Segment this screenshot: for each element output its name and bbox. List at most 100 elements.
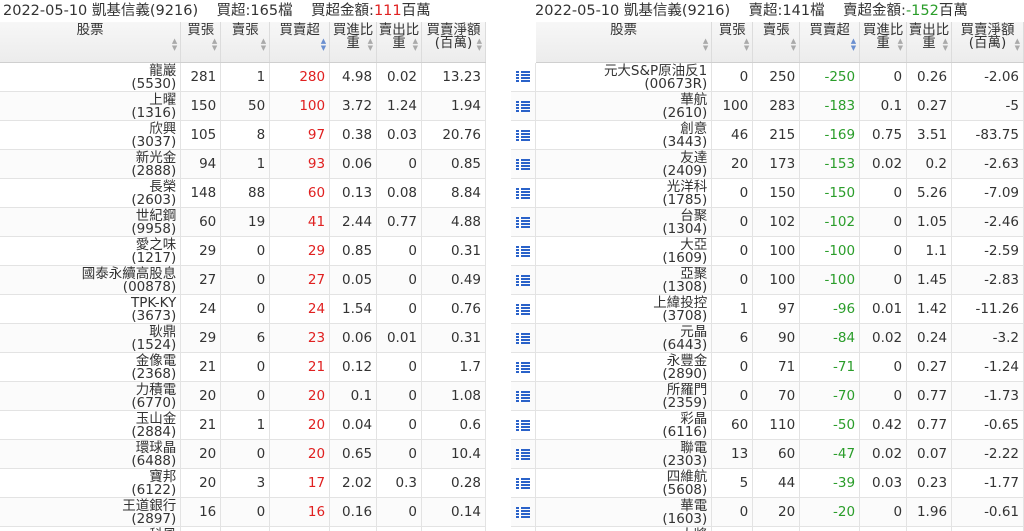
col-net[interactable]: 買賣超 ▲ ▼: [799, 22, 861, 63]
stock-name-cell[interactable]: 玉山金 (2884): [0, 410, 182, 440]
col-net-amount[interactable]: 買賣淨額(百萬) ▲ ▼: [951, 22, 1024, 63]
table-row[interactable]: 力積電 (6770) 20 0 20 0.1 0 1.08: [0, 381, 486, 411]
table-row[interactable]: 華航 (2610) 100 283 -183 0.1 0.27 -5: [511, 91, 1024, 121]
stock-name-cell[interactable]: 台聚 (1304): [535, 207, 713, 237]
table-row[interactable]: 彩晶 (6116) 60 110 -50 0.42 0.77 -0.65: [511, 410, 1024, 440]
stock-name-cell[interactable]: 聯電 (2303): [535, 439, 713, 469]
row-icon-cell[interactable]: [511, 497, 537, 527]
stock-name-cell[interactable]: 寶邦 (6122): [0, 468, 182, 498]
stock-name-cell[interactable]: 科風: [0, 526, 182, 531]
list-icon[interactable]: [516, 303, 531, 315]
stock-name-cell[interactable]: 長榮 (2603): [0, 178, 182, 208]
list-icon[interactable]: [516, 71, 531, 83]
col-buy-ratio[interactable]: 買進比重 ▲ ▼: [859, 22, 908, 63]
table-row[interactable]: 新光金 (2888) 94 1 93 0.06 0 0.85: [0, 149, 486, 179]
row-icon-cell[interactable]: [511, 149, 537, 179]
table-row[interactable]: 上緯投控 (3708) 1 97 -96 0.01 1.42 -11.26: [511, 294, 1024, 324]
stock-name-cell[interactable]: 上曜 (1316): [0, 91, 182, 121]
row-icon-cell[interactable]: [511, 410, 537, 440]
col-net-amount[interactable]: 買賣淨額(百萬) ▲ ▼: [421, 22, 486, 63]
col-buy-ratio[interactable]: 買進比重 ▲ ▼: [329, 22, 378, 63]
table-row[interactable]: 元大S&P原油反1 (00673R) 0 250 -250 0 0.26 -2.06: [511, 62, 1024, 92]
row-icon-cell[interactable]: [511, 294, 537, 324]
row-icon-cell[interactable]: [511, 91, 537, 121]
list-icon[interactable]: [516, 100, 531, 112]
list-icon[interactable]: [516, 506, 531, 518]
stock-name-cell[interactable]: 所羅門 (2359): [535, 381, 713, 411]
col-stock[interactable]: 股票 ▲ ▼: [0, 22, 182, 63]
stock-name-cell[interactable]: TPK-KY (3673): [0, 294, 182, 324]
table-row[interactable]: 國泰永續高股息 (00878) 27 0 27 0.05 0 0.49: [0, 265, 486, 295]
stock-name-cell[interactable]: 環球晶 (6488): [0, 439, 182, 469]
stock-name-cell[interactable]: 創意 (3443): [535, 120, 713, 150]
list-icon[interactable]: [516, 158, 531, 170]
row-icon-cell[interactable]: [511, 178, 537, 208]
table-row[interactable]: 長榮 (2603) 148 88 60 0.13 0.08 8.84: [0, 178, 486, 208]
row-icon-cell[interactable]: [511, 207, 537, 237]
stock-name-cell[interactable]: 元晶 (6443): [535, 323, 713, 353]
table-row[interactable]: 華電 (1603) 0 20 -20 0 1.96 -0.61: [511, 497, 1024, 527]
row-icon-cell[interactable]: [511, 381, 537, 411]
row-icon-cell[interactable]: [511, 526, 537, 531]
stock-name-cell[interactable]: 友達 (2409): [535, 149, 713, 179]
list-icon[interactable]: [516, 187, 531, 199]
table-row[interactable]: 亞聚 (1308) 0 100 -100 0 1.45 -2.83: [511, 265, 1024, 295]
col-stock[interactable]: 股票 ▲ ▼: [535, 22, 713, 63]
row-icon-cell[interactable]: [511, 439, 537, 469]
table-row[interactable]: 金像電 (2368) 21 0 21 0.12 0 1.7: [0, 352, 486, 382]
stock-name-cell[interactable]: 國泰永續高股息 (00878): [0, 265, 182, 295]
stock-name-cell[interactable]: 欣興 (3037): [0, 120, 182, 150]
stock-name-cell[interactable]: 愛之味 (1217): [0, 236, 182, 266]
table-row[interactable]: 愛之味 (1217) 29 0 29 0.85 0 0.31: [0, 236, 486, 266]
row-icon-cell[interactable]: [511, 62, 537, 92]
stock-name[interactable]: 科風: [0, 527, 176, 531]
table-row[interactable]: 環球晶 (6488) 20 0 20 0.65 0 10.4: [0, 439, 486, 469]
table-row[interactable]: 元晶 (6443) 6 90 -84 0.02 0.24 -3.2: [511, 323, 1024, 353]
table-row[interactable]: 光洋科 (1785) 0 150 -150 0 5.26 -7.09: [511, 178, 1024, 208]
table-row[interactable]: 四維航 (5608) 5 44 -39 0.03 0.23 -1.77: [511, 468, 1024, 498]
table-row[interactable]: 永豐金 (2890) 0 71 -71 0 0.27 -1.24: [511, 352, 1024, 382]
table-row[interactable]: 大將 121-200.122.56-0.: [511, 526, 1024, 531]
list-icon[interactable]: [516, 274, 531, 286]
table-row[interactable]: 友達 (2409) 20 173 -153 0.02 0.2 -2.63: [511, 149, 1024, 179]
col-net[interactable]: 買賣超 ▲ ▼: [269, 22, 331, 63]
list-icon[interactable]: [516, 361, 531, 373]
row-icon-cell[interactable]: [511, 468, 537, 498]
table-row[interactable]: 世紀鋼 (9958) 60 19 41 2.44 0.77 4.88: [0, 207, 486, 237]
list-icon[interactable]: [516, 390, 531, 402]
table-row[interactable]: TPK-KY (3673) 24 0 24 1.54 0 0.76: [0, 294, 486, 324]
table-row[interactable]: 寶邦 (6122) 20 3 17 2.02 0.3 0.28: [0, 468, 486, 498]
table-row[interactable]: 上曜 (1316) 150 50 100 3.72 1.24 1.94: [0, 91, 486, 121]
stock-name-cell[interactable]: 大亞 (1609): [535, 236, 713, 266]
stock-name-cell[interactable]: 大將: [535, 526, 713, 531]
stock-name-cell[interactable]: 元大S&P原油反1 (00673R): [535, 62, 713, 92]
stock-name-cell[interactable]: 華電 (1603): [535, 497, 713, 527]
table-row[interactable]: 所羅門 (2359) 0 70 -70 0 0.77 -1.73: [511, 381, 1024, 411]
table-row[interactable]: 台聚 (1304) 0 102 -102 0 1.05 -2.46: [511, 207, 1024, 237]
table-row[interactable]: 欣興 (3037) 105 8 97 0.38 0.03 20.76: [0, 120, 486, 150]
list-icon[interactable]: [516, 332, 531, 344]
list-icon[interactable]: [516, 129, 531, 141]
stock-name-cell[interactable]: 華航 (2610): [535, 91, 713, 121]
list-icon[interactable]: [516, 448, 531, 460]
row-icon-cell[interactable]: [511, 352, 537, 382]
row-icon-cell[interactable]: [511, 265, 537, 295]
stock-name-cell[interactable]: 亞聚 (1308): [535, 265, 713, 295]
stock-name-cell[interactable]: 王道銀行 (2897): [0, 497, 182, 527]
stock-name[interactable]: 大將: [536, 527, 707, 531]
table-row[interactable]: 龍巖 (5530) 281 1 280 4.98 0.02 13.23: [0, 62, 486, 92]
stock-name-cell[interactable]: 光洋科 (1785): [535, 178, 713, 208]
col-sell[interactable]: 賣張 ▲ ▼: [220, 22, 271, 63]
stock-name-cell[interactable]: 龍巖 (5530): [0, 62, 182, 92]
col-buy[interactable]: 買張 ▲ ▼: [180, 22, 222, 63]
stock-name-cell[interactable]: 世紀鋼 (9958): [0, 207, 182, 237]
stock-name-cell[interactable]: 上緯投控 (3708): [535, 294, 713, 324]
stock-name-cell[interactable]: 永豐金 (2890): [535, 352, 713, 382]
col-sell-ratio[interactable]: 賣出比重 ▲ ▼: [906, 22, 953, 63]
list-icon[interactable]: [516, 216, 531, 228]
stock-name-cell[interactable]: 耿鼎 (1524): [0, 323, 182, 353]
stock-name-cell[interactable]: 力積電 (6770): [0, 381, 182, 411]
list-icon[interactable]: [516, 419, 531, 431]
row-icon-cell[interactable]: [511, 236, 537, 266]
col-buy[interactable]: 買張 ▲ ▼: [711, 22, 754, 63]
